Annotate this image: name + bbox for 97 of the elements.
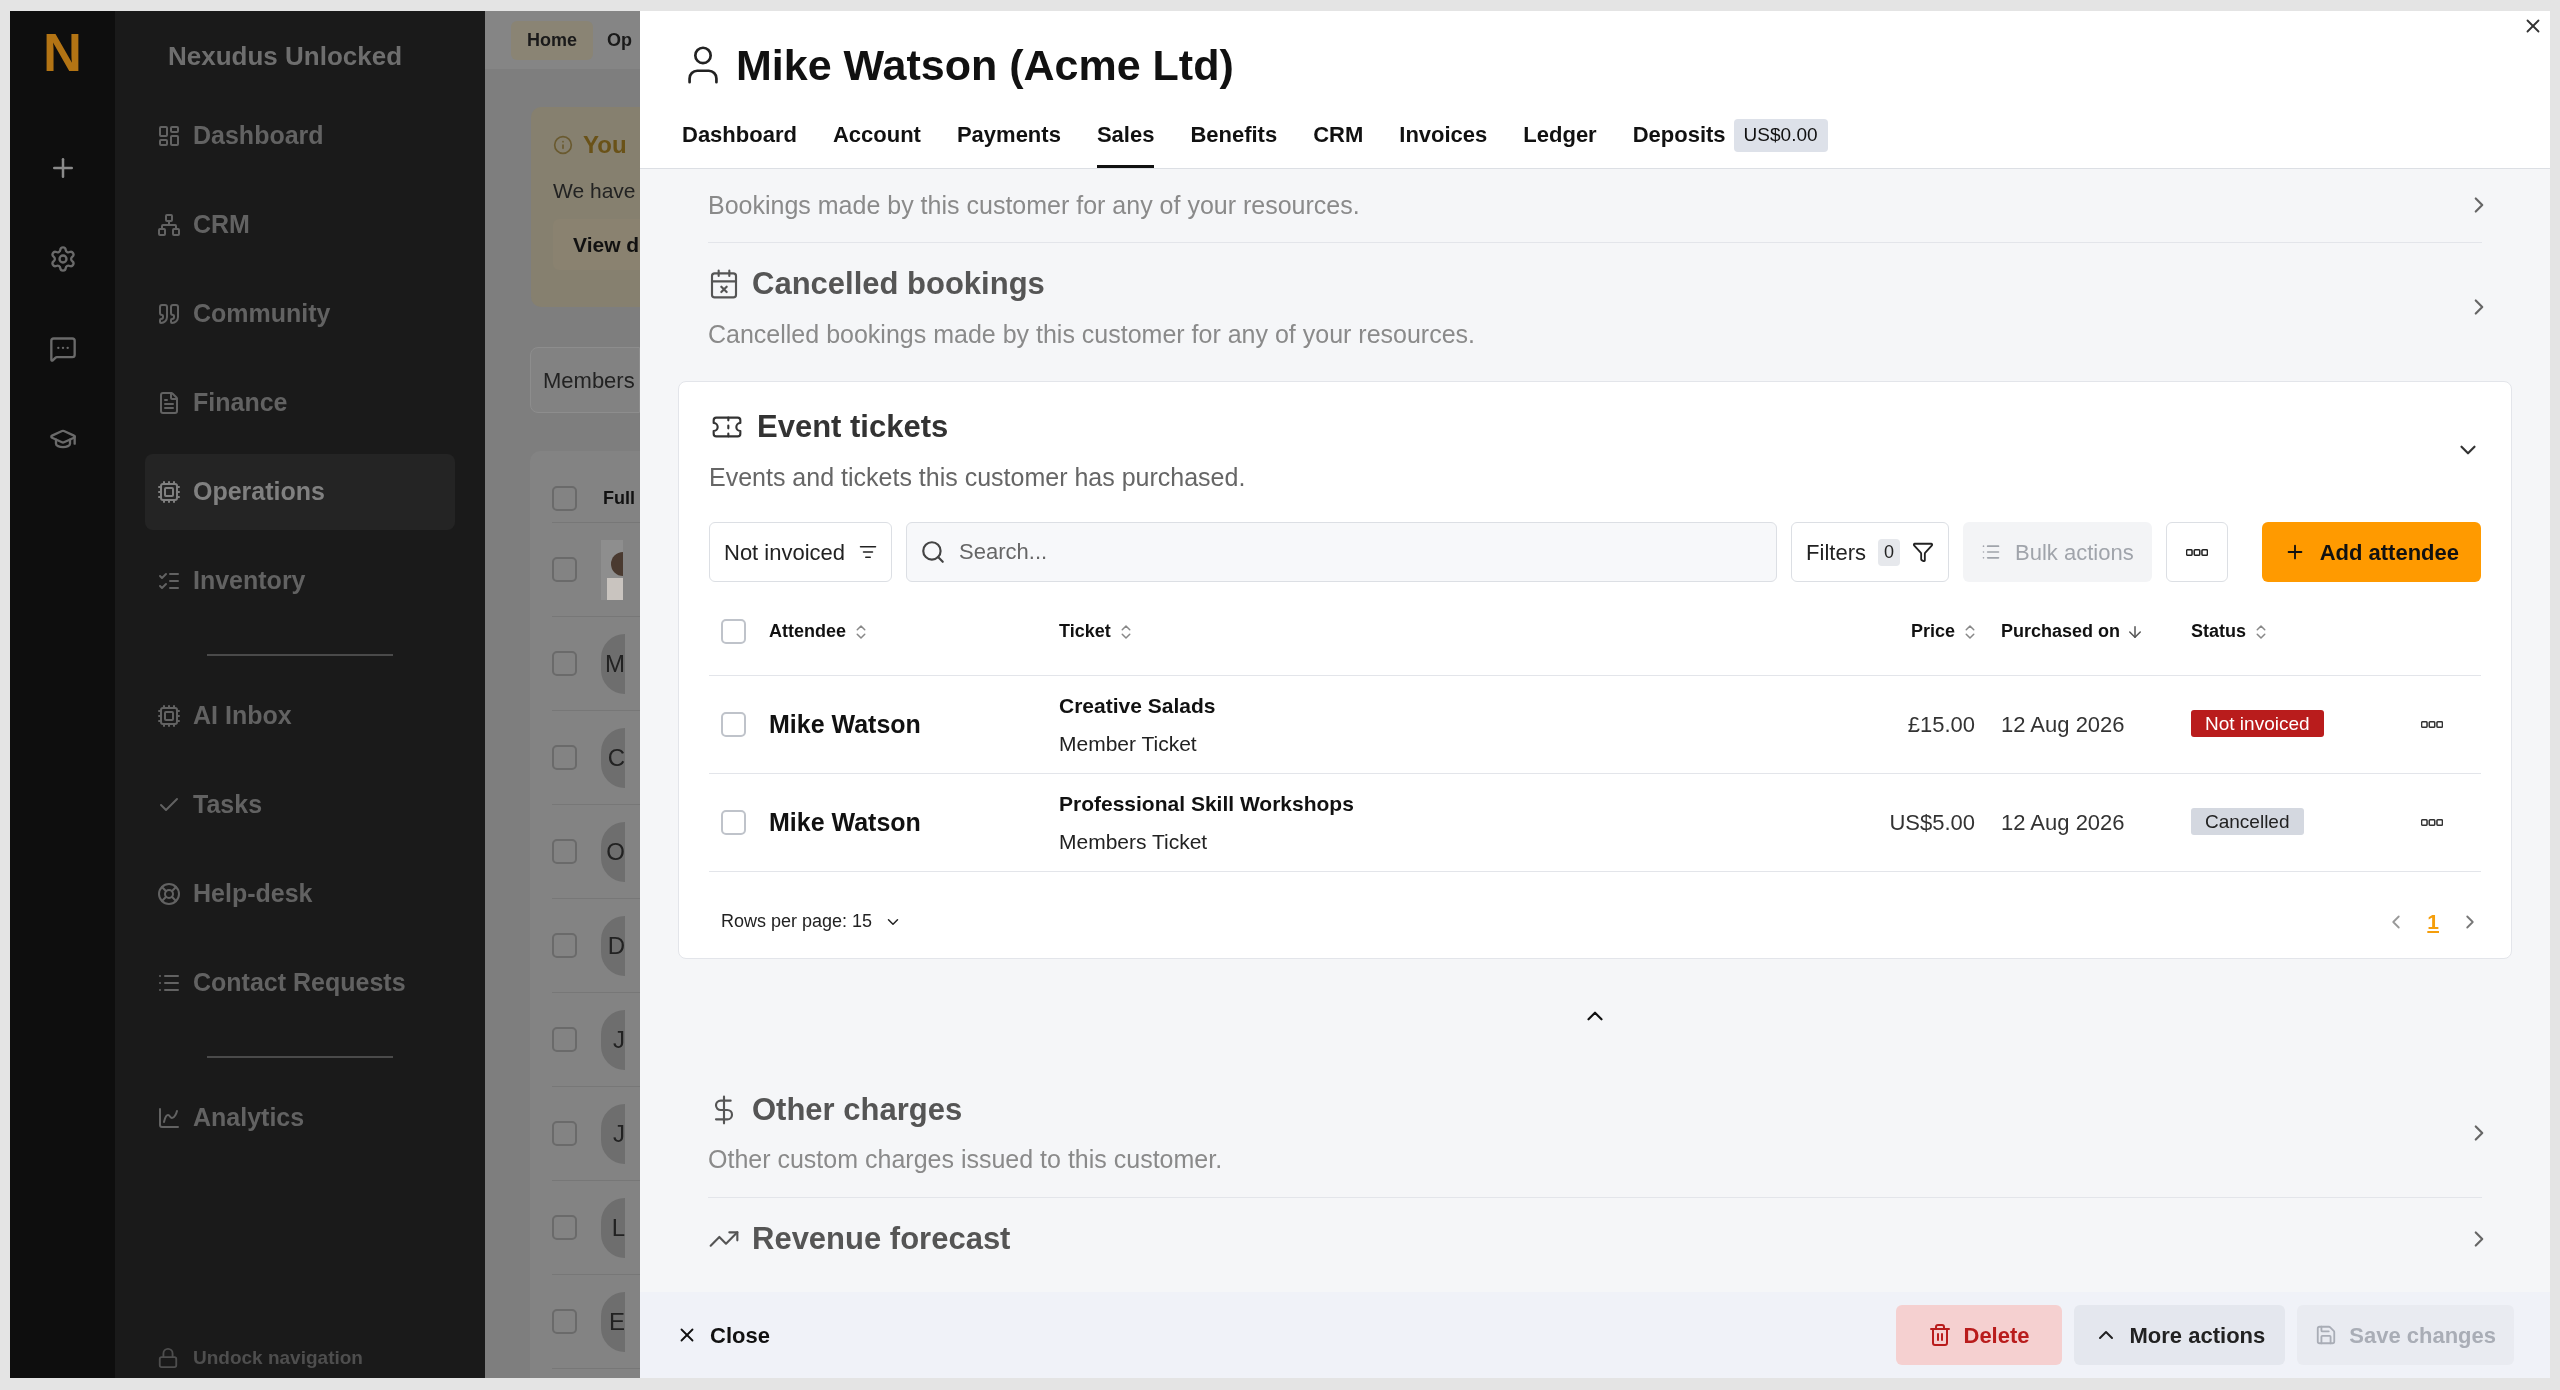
checkbox[interactable] (552, 1215, 577, 1240)
close-button[interactable]: Close (710, 1318, 770, 1352)
section-title: Revenue forecast (752, 1219, 1011, 1258)
lock-icon (157, 1345, 179, 1370)
section-description: Bookings made by this customer for any of your resources. (708, 189, 1361, 221)
row-actions-icon[interactable] (2421, 819, 2443, 826)
checkbox[interactable] (552, 651, 577, 676)
tab[interactable]: CRM (1313, 117, 1364, 168)
attendee-name: Mike Watson (769, 806, 922, 838)
ticket-name: Creative Salads (1059, 693, 1217, 719)
lifebuoy-icon (157, 882, 181, 906)
workspace-name: Nexudus Unlocked (167, 40, 404, 73)
ticket-type: Member Ticket (1059, 730, 1198, 757)
checkbox[interactable] (552, 933, 577, 958)
filters-button[interactable]: Filters 0 (1791, 522, 1949, 582)
breadcrumb-item[interactable]: Op (607, 26, 632, 54)
section-description: Events and tickets this customer has purchased. (709, 461, 1247, 493)
hierarchy-icon (157, 213, 181, 237)
checkbox[interactable] (552, 1027, 577, 1052)
alert-text: We have (553, 178, 637, 204)
tab[interactable]: Payments (956, 117, 1061, 168)
logo: N (43, 25, 82, 79)
chart-icon (157, 1106, 181, 1130)
column-header[interactable]: Status (2191, 618, 2246, 645)
column-header: Full (603, 487, 635, 510)
document-icon (157, 391, 181, 415)
checkbox[interactable] (552, 557, 577, 582)
panel-title: Mike Watson (Acme Ltd) (736, 40, 1234, 91)
attendee-name: Mike Watson (769, 708, 922, 740)
section-title: Cancelled bookings (752, 265, 1045, 303)
tab[interactable]: Deposits (1632, 117, 1726, 168)
tab[interactable]: Dashboard (682, 117, 797, 168)
settings-icon[interactable] (48, 245, 77, 273)
avatar: C (601, 727, 625, 788)
avatar: J (601, 1009, 625, 1070)
purchase-date: 12 Aug 2026 (2001, 809, 2126, 837)
section-description: Other custom charges issued to this customer. (708, 1144, 1224, 1175)
status-badge: Not invoiced (2191, 710, 2324, 738)
trash-icon (1927, 1323, 1952, 1347)
calendar-cross-icon (708, 268, 740, 301)
chat-icon[interactable] (48, 335, 77, 363)
avatar: E (601, 1291, 625, 1352)
filter-count: 0 (1878, 538, 1900, 566)
delete-button[interactable]: Delete (1895, 1305, 2062, 1365)
status-badge: Cancelled (2191, 808, 2304, 836)
column-header[interactable]: Ticket (1059, 618, 1111, 645)
tab[interactable]: Account (832, 117, 921, 168)
tab[interactable]: Invoices (1399, 117, 1488, 168)
purchase-date: 12 Aug 2026 (2001, 711, 2126, 739)
nav-item[interactable]: Operations (145, 454, 455, 530)
ellipsis-icon (2185, 548, 2208, 556)
section-title: Other charges (752, 1090, 963, 1129)
avatar: M (601, 633, 625, 694)
quote-icon (157, 302, 181, 326)
chip-icon (157, 480, 181, 504)
rows-per-page[interactable]: Rows per page: 15 (721, 908, 873, 936)
more-actions-button[interactable]: More actions (2073, 1305, 2286, 1365)
alert-button[interactable]: View d (553, 218, 640, 270)
info-icon (553, 135, 573, 155)
checkbox[interactable] (552, 486, 577, 511)
funnel-icon (1912, 541, 1934, 563)
price: US$5.00 (1888, 809, 1976, 837)
checkbox[interactable] (552, 1309, 577, 1334)
row-actions-icon[interactable] (2421, 721, 2443, 728)
chip-icon (157, 704, 181, 728)
checkbox[interactable] (552, 839, 577, 864)
more-options-button[interactable] (2165, 522, 2228, 582)
avatar: D (601, 915, 625, 976)
column-header[interactable]: Price (1910, 618, 1955, 645)
search-field[interactable]: Search... (906, 522, 1778, 582)
tab[interactable]: Benefits (1190, 117, 1278, 168)
avatar: J (601, 1103, 625, 1164)
dashboard-icon (157, 124, 181, 148)
price: £15.00 (1906, 711, 1976, 739)
select-all-checkbox[interactable] (721, 619, 746, 644)
add-attendee-button[interactable]: Add attendee (2261, 522, 2481, 582)
ticket-name: Professional Skill Workshops (1059, 791, 1355, 817)
avatar: L (601, 1197, 625, 1258)
breadcrumb-item[interactable]: Home (511, 20, 593, 60)
save-icon (2315, 1324, 2338, 1346)
filter-lines-icon (859, 543, 878, 561)
column-header[interactable]: Purchased on (2001, 618, 2121, 645)
section-description: Cancelled bookings made by this customer for any of your resources. (708, 318, 1477, 350)
balance-badge: US$0.00 (1733, 119, 1828, 152)
search-icon (920, 539, 947, 565)
members-tab[interactable]: Members (543, 363, 635, 397)
status-filter[interactable]: Not invoiced (709, 522, 893, 582)
tab[interactable]: Ledger (1523, 117, 1597, 168)
checkbox[interactable] (552, 1121, 577, 1146)
column-header[interactable]: Attendee (769, 618, 846, 645)
row-checkbox[interactable] (721, 810, 746, 835)
alert-title: You (583, 130, 627, 160)
avatar: O (601, 821, 625, 882)
section-title: Event tickets (757, 408, 949, 446)
ticket-type: Members Ticket (1059, 828, 1209, 855)
row-checkbox[interactable] (721, 712, 746, 737)
checkbox[interactable] (552, 745, 577, 770)
